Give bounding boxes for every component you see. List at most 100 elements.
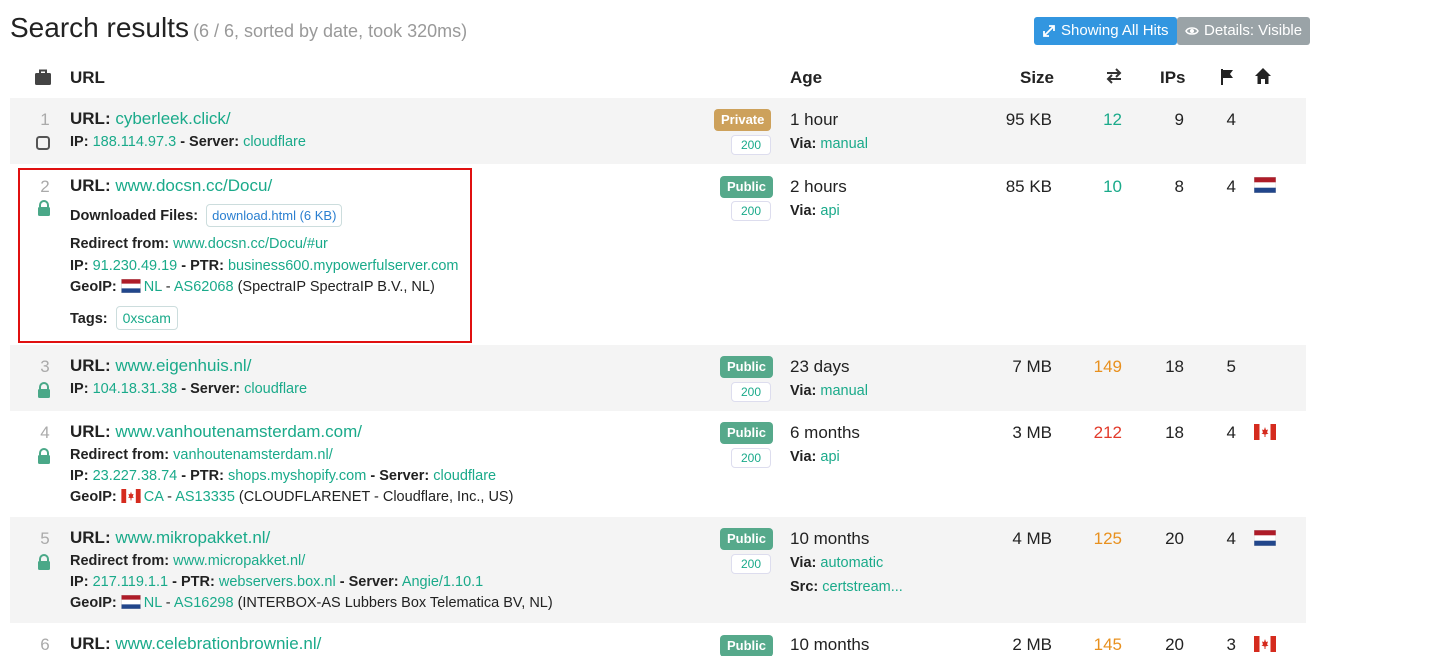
- redirect-link[interactable]: www.docsn.cc/Docu/#ur: [173, 236, 328, 252]
- via-link[interactable]: api: [820, 203, 839, 219]
- home-icon[interactable]: [1254, 67, 1272, 85]
- hits-value: 125: [1093, 529, 1122, 548]
- table-header: URL Age Size IPs: [10, 62, 1306, 98]
- server-link[interactable]: cloudflare: [243, 134, 306, 150]
- col-url[interactable]: URL: [70, 68, 105, 88]
- hits-value: 145: [1093, 635, 1122, 654]
- src-line: Src: certstream...: [790, 579, 903, 595]
- lock-icon: [36, 382, 52, 398]
- server-link[interactable]: cloudflare: [244, 381, 307, 397]
- lock-icon: [36, 554, 52, 570]
- country-link[interactable]: NL: [144, 595, 162, 611]
- size-value: 85 KB: [1005, 177, 1052, 196]
- size-value: 7 MB: [1012, 357, 1052, 376]
- size-value: 3 MB: [1012, 423, 1052, 442]
- show-all-hits-button[interactable]: Showing All Hits: [1034, 17, 1177, 45]
- status-code-badge: 200: [731, 554, 771, 574]
- flag-icon[interactable]: [1220, 68, 1236, 86]
- col-size[interactable]: Size: [1020, 68, 1054, 88]
- ip-line: IP: 188.114.97.3 - Server: cloudflare: [70, 134, 306, 150]
- ip-link[interactable]: 23.227.38.74: [93, 468, 178, 484]
- details-visible-button[interactable]: Details: Visible: [1177, 17, 1311, 45]
- asn-link[interactable]: AS62068: [174, 279, 234, 295]
- asn-org: (CLOUDFLARENET - Cloudflare, Inc., US): [238, 489, 514, 505]
- via-link[interactable]: automatic: [820, 555, 883, 571]
- url-link[interactable]: www.eigenhuis.nl/: [115, 356, 251, 375]
- ip-link[interactable]: 217.119.1.1: [93, 574, 169, 590]
- via-line: Via: api: [790, 449, 840, 465]
- hits-value: 12: [1103, 110, 1122, 129]
- via-link[interactable]: manual: [820, 136, 868, 152]
- url-link[interactable]: www.celebrationbrownie.nl/: [115, 634, 321, 653]
- redirect-line: Redirect from: www.docsn.cc/Docu/#ur: [70, 236, 328, 252]
- country-link[interactable]: CA: [144, 489, 163, 505]
- redirect-link[interactable]: www.micropakket.nl/: [173, 553, 305, 569]
- table-row[interactable]: 3 URL: www.eigenhuis.nl/ IP: 104.18.31.3…: [10, 345, 1306, 411]
- ip-link[interactable]: 104.18.31.38: [93, 381, 178, 397]
- result-url: URL: www.eigenhuis.nl/: [70, 356, 252, 375]
- redirect-link[interactable]: vanhoutenamsterdam.nl/: [173, 447, 333, 463]
- via-link[interactable]: manual: [820, 383, 868, 399]
- nl-flag-icon: [121, 279, 141, 293]
- url-link[interactable]: www.vanhoutenamsterdam.com/: [115, 422, 362, 441]
- download-file-button[interactable]: download.html (6 KB): [206, 204, 343, 227]
- asn-link[interactable]: AS16298: [174, 595, 234, 611]
- table-row[interactable]: 4 URL: www.vanhoutenamsterdam.com/ Redir…: [10, 411, 1306, 517]
- ips-value: 20: [1165, 529, 1184, 548]
- row-number: 5: [40, 529, 50, 548]
- src-link[interactable]: certstream...: [822, 579, 903, 595]
- ip-link[interactable]: 188.114.97.3: [93, 134, 177, 150]
- redirect-line: Redirect from: www.micropakket.nl/: [70, 553, 306, 569]
- flags-value: 4: [1226, 110, 1236, 129]
- ca-flag-icon: [1254, 636, 1276, 652]
- col-ips[interactable]: IPs: [1160, 68, 1186, 88]
- result-url: URL: www.celebrationbrownie.nl/: [70, 634, 322, 653]
- page-title: Search results (6 / 6, sorted by date, to…: [10, 12, 468, 43]
- server-link[interactable]: Angie/1.10.1: [402, 574, 483, 590]
- table-row[interactable]: 2 URL: www.docsn.cc/Docu/ Downloaded Fil…: [10, 164, 1306, 345]
- url-link[interactable]: cyberleek.click/: [115, 109, 230, 128]
- via-line: Via: manual: [790, 383, 868, 399]
- server-link[interactable]: cloudflare: [433, 468, 496, 484]
- hits-value: 149: [1093, 357, 1122, 376]
- ptr-link[interactable]: shops.myshopify.com: [228, 468, 366, 484]
- url-link[interactable]: www.mikropakket.nl/: [115, 528, 270, 547]
- visibility-badge: Public: [720, 422, 774, 444]
- flags-value: 4: [1226, 529, 1236, 548]
- via-line: Via: manual: [790, 136, 868, 152]
- results-header: Search results (6 / 6, sorted by date, to…: [10, 10, 1311, 50]
- eye-icon: [1185, 27, 1199, 35]
- ip-line: IP: 23.227.38.74 - PTR: shops.myshopify.…: [70, 468, 497, 484]
- nl-flag-icon: [1254, 530, 1276, 546]
- table-row[interactable]: 6 URL: www.celebrationbrownie.nl/ Public…: [10, 623, 1306, 656]
- visibility-badge: Public: [720, 176, 774, 198]
- transfer-icon[interactable]: [1105, 67, 1123, 85]
- flags-value: 5: [1226, 357, 1236, 376]
- ips-value: 9: [1174, 110, 1184, 129]
- table-row[interactable]: 5 URL: www.mikropakket.nl/ Redirect from…: [10, 517, 1306, 623]
- row-number: 4: [40, 423, 50, 442]
- tag-badge[interactable]: 0xscam: [115, 306, 178, 330]
- row-number: 2: [40, 177, 50, 196]
- ptr-link[interactable]: business600.mypowerfulserver.com: [228, 258, 459, 274]
- table-row[interactable]: 1 URL: cyberleek.click/ IP: 188.114.97.3…: [10, 98, 1306, 164]
- col-age[interactable]: Age: [790, 68, 822, 88]
- ips-value: 18: [1165, 357, 1184, 376]
- age-value: 10 months: [790, 529, 870, 548]
- geoip-line: GeoIP: NL - AS16298 (INTERBOX-AS Lubbers…: [70, 595, 553, 611]
- expand-icon: [1043, 25, 1055, 37]
- flags-value: 4: [1226, 177, 1236, 196]
- briefcase-icon: [35, 69, 51, 85]
- ptr-link[interactable]: webservers.box.nl: [219, 574, 336, 590]
- size-value: 4 MB: [1012, 529, 1052, 548]
- result-url: URL: www.docsn.cc/Docu/: [70, 176, 273, 195]
- ip-link[interactable]: 91.230.49.19: [93, 258, 178, 274]
- status-code-badge: 200: [731, 135, 771, 155]
- lock-icon: [36, 200, 52, 216]
- checkbox-icon[interactable]: [36, 136, 50, 150]
- country-link[interactable]: NL: [144, 279, 162, 295]
- via-link[interactable]: api: [820, 449, 839, 465]
- size-value: 2 MB: [1012, 635, 1052, 654]
- url-link[interactable]: www.docsn.cc/Docu/: [115, 176, 272, 195]
- asn-link[interactable]: AS13335: [175, 489, 235, 505]
